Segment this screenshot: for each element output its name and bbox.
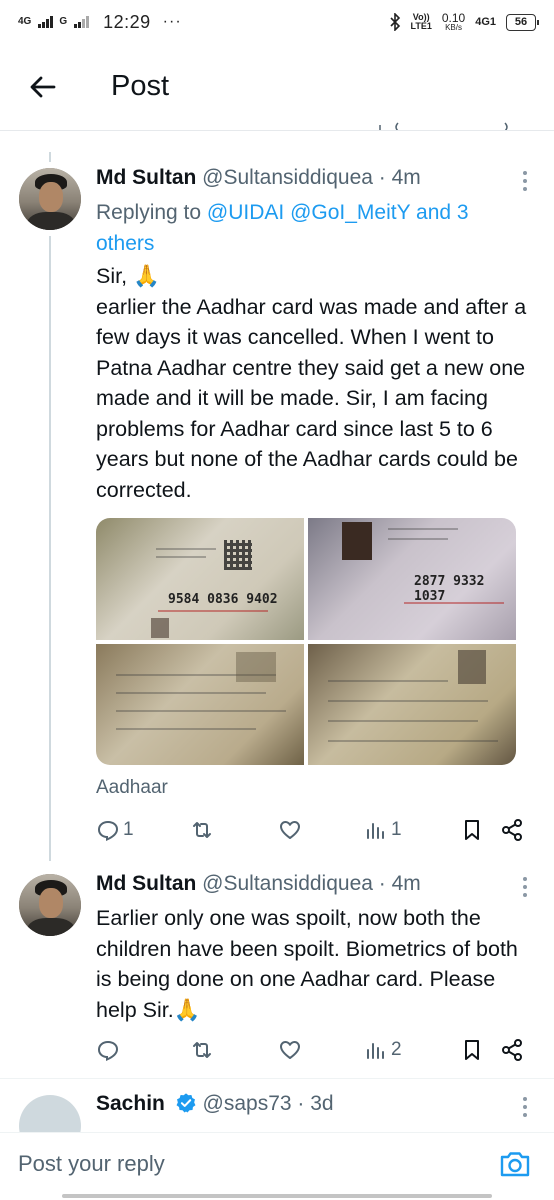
reply-bar: Post your reply	[0, 1132, 554, 1200]
repost-button[interactable]	[190, 1038, 217, 1062]
repost-icon	[193, 822, 211, 838]
status-right: Vo)) LTE1 0.10 KB/s 4G1 56	[389, 11, 539, 32]
volte-indicator: Vo)) LTE1	[410, 12, 432, 31]
like-button[interactable]	[278, 1038, 305, 1062]
previous-tweet-fragment	[0, 118, 554, 130]
handle-time: @saps73 · 3d	[202, 1092, 334, 1115]
view-count: 1	[391, 819, 402, 840]
bookmark-icon	[465, 820, 479, 840]
tweet-text: Earlier only one was spoilt, now both th…	[96, 906, 518, 1022]
bookmark-button[interactable]	[460, 1038, 484, 1062]
replying-to: Replying to @UIDAI @GoI_MeitY and 3 othe…	[96, 201, 469, 255]
tweet-meta: Sachin @saps73 · 3d	[96, 1092, 334, 1116]
aadhaar-number-2: 2877 9332 1037	[414, 574, 485, 604]
media-image-4[interactable]	[308, 643, 516, 765]
media-image-3[interactable]	[96, 643, 304, 765]
share-icon	[502, 1039, 522, 1061]
reply-count: 1	[123, 819, 134, 840]
thread-line-top	[49, 152, 51, 162]
bookmark-icon	[465, 1040, 479, 1060]
avatar[interactable]	[19, 874, 81, 936]
tweet-meta: Md Sultan @Sultansiddiquea · 4m	[96, 166, 421, 190]
share-button[interactable]	[500, 1038, 524, 1062]
tweet-text: Sir, 🙏 earlier the Aadhar card was made …	[96, 261, 536, 505]
status-time: 12:29	[103, 11, 151, 32]
heart-icon	[280, 821, 300, 839]
network-speed: 0.10 KB/s	[441, 11, 466, 32]
handle-time: @Sultansiddiquea · 4m	[202, 872, 421, 895]
network-indicator-1: 4G	[18, 16, 32, 27]
reply-input[interactable]: Post your reply	[18, 1151, 165, 1177]
display-name[interactable]: Md Sultan	[96, 166, 196, 189]
analytics-icon	[367, 1043, 384, 1059]
repost-button[interactable]	[190, 818, 217, 842]
bookmark-button[interactable]	[460, 818, 484, 842]
tweet-text-line-2: earlier the Aadhar card was made and aft…	[96, 294, 527, 502]
handle-time: @Sultansiddiquea · 4m	[202, 166, 421, 189]
tweet-actions: 1 1	[96, 818, 528, 846]
like-button[interactable]	[278, 818, 305, 842]
reply-icon	[97, 1040, 119, 1062]
status-bar: 4G G 12:29 ··· Vo)) LTE1 0.10 KB/s 4G1 5…	[0, 0, 554, 44]
bluetooth-icon	[389, 13, 400, 31]
analytics-icon	[367, 823, 384, 839]
repost-icon	[193, 1042, 211, 1058]
reply-icon	[97, 820, 119, 842]
network-indicator-2: G	[59, 16, 68, 27]
media-image-2[interactable]: 2877 9332 1037	[308, 518, 516, 640]
more-options-icon[interactable]	[522, 171, 528, 193]
media-label: Aadhaar	[96, 777, 168, 798]
tweet-meta: Md Sultan @Sultansiddiquea · 4m	[96, 872, 421, 896]
tweet-text-line-1: Sir, 🙏	[96, 264, 160, 288]
more-options-icon[interactable]	[522, 877, 528, 899]
back-arrow-icon[interactable]	[28, 72, 58, 102]
status-left: 4G G 12:29 ···	[18, 12, 182, 33]
header-divider	[0, 130, 554, 131]
home-indicator	[62, 1194, 492, 1198]
heart-icon	[280, 1041, 300, 1059]
tweet-actions: 2	[96, 1038, 528, 1066]
tweet-divider	[0, 1078, 554, 1079]
views-button[interactable]: 2	[364, 1038, 402, 1062]
share-button[interactable]	[500, 818, 524, 842]
verified-badge-icon	[176, 1093, 196, 1113]
media-image-1[interactable]: 9584 0836 9402	[96, 518, 304, 640]
reply-button[interactable]	[96, 1038, 123, 1062]
thread-line	[49, 236, 51, 861]
media-grid[interactable]: 9584 0836 9402 2877 9332 1037	[96, 518, 516, 765]
views-button[interactable]: 1	[364, 818, 402, 842]
display-name[interactable]: Sachin	[96, 1092, 165, 1115]
aadhaar-number-1: 9584 0836 9402	[168, 592, 278, 607]
page-title: Post	[111, 70, 170, 102]
battery-icon: 56	[506, 13, 539, 31]
signal-icon	[38, 16, 54, 28]
more-options-icon[interactable]	[522, 1097, 528, 1119]
display-name[interactable]: Md Sultan	[96, 872, 196, 895]
reply-button[interactable]: 1	[96, 818, 134, 842]
network-indicator-3: 4G1	[475, 15, 496, 28]
camera-icon[interactable]	[498, 1147, 532, 1181]
share-icon	[502, 819, 522, 841]
signal-icon-2	[74, 16, 90, 28]
status-dots: ···	[162, 13, 182, 30]
view-count: 2	[391, 1039, 402, 1060]
avatar[interactable]	[19, 168, 81, 230]
